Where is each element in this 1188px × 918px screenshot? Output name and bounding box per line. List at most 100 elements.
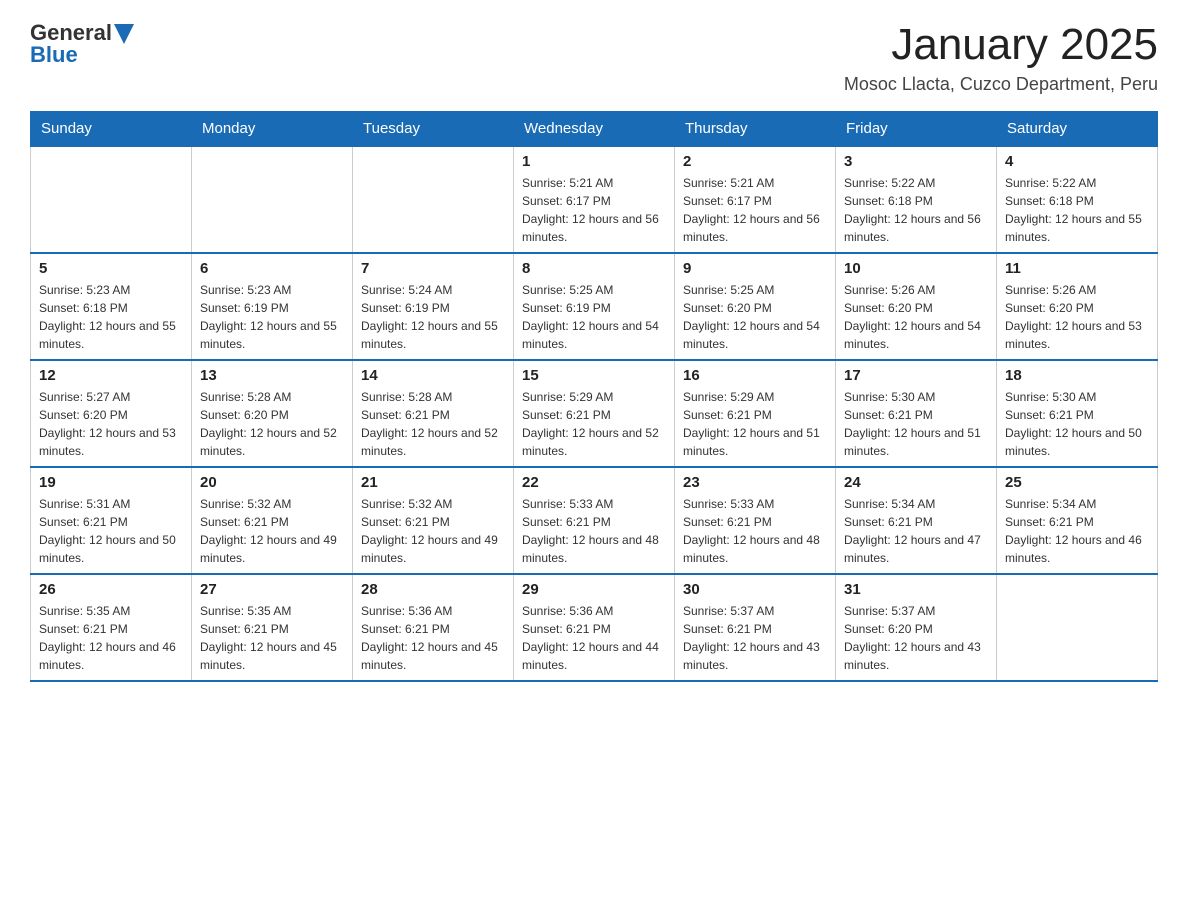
- day-number: 25: [1005, 474, 1149, 491]
- calendar-cell: [997, 574, 1158, 681]
- day-number: 8: [522, 260, 666, 277]
- day-info: Sunrise: 5:26 AMSunset: 6:20 PMDaylight:…: [1005, 281, 1149, 353]
- calendar-cell: 11Sunrise: 5:26 AMSunset: 6:20 PMDayligh…: [997, 253, 1158, 360]
- day-info: Sunrise: 5:28 AMSunset: 6:20 PMDaylight:…: [200, 388, 344, 460]
- calendar-cell: 23 Sunrise: 5:33 AMSunset: 6:21 PMDayligh…: [675, 467, 836, 574]
- column-header-wednesday: Wednesday: [514, 112, 675, 147]
- calendar-cell: 10Sunrise: 5:26 AMSunset: 6:20 PMDayligh…: [836, 253, 997, 360]
- calendar-cell: 18Sunrise: 5:30 AMSunset: 6:21 PMDayligh…: [997, 360, 1158, 467]
- calendar-cell: 7 Sunrise: 5:24 AMSunset: 6:19 PMDaylight…: [353, 253, 514, 360]
- calendar-cell: 13 Sunrise: 5:28 AMSunset: 6:20 PMDayligh…: [192, 360, 353, 467]
- main-title: January 2025: [844, 20, 1158, 70]
- day-info: Sunrise: 5:23 AMSunset: 6:18 PMDaylight:…: [39, 281, 183, 353]
- day-info: Sunrise: 5:37 AMSunset: 6:21 PMDaylight:…: [683, 602, 827, 674]
- day-number: 18: [1005, 367, 1149, 384]
- calendar-cell: 27 Sunrise: 5:35 AMSunset: 6:21 PMDayligh…: [192, 574, 353, 681]
- calendar-cell: 15 Sunrise: 5:29 AMSunset: 6:21 PMDayligh…: [514, 360, 675, 467]
- day-info: Sunrise: 5:35 AMSunset: 6:21 PMDaylight:…: [200, 602, 344, 674]
- calendar-header-row: SundayMondayTuesdayWednesdayThursdayFrid…: [31, 112, 1158, 147]
- logo: General Blue: [30, 20, 134, 68]
- day-number: 5: [39, 260, 183, 277]
- day-info: Sunrise: 5:34 AMSunset: 6:21 PMDaylight:…: [844, 495, 988, 567]
- calendar-week-4: 19 Sunrise: 5:31 AMSunset: 6:21 PMDayligh…: [31, 467, 1158, 574]
- calendar-cell: 16Sunrise: 5:29 AMSunset: 6:21 PMDayligh…: [675, 360, 836, 467]
- day-info: Sunrise: 5:23 AMSunset: 6:19 PMDaylight:…: [200, 281, 344, 353]
- calendar-cell: 19 Sunrise: 5:31 AMSunset: 6:21 PMDayligh…: [31, 467, 192, 574]
- day-info: Sunrise: 5:22 AMSunset: 6:18 PMDaylight:…: [844, 174, 988, 246]
- calendar-cell: 20 Sunrise: 5:32 AMSunset: 6:21 PMDayligh…: [192, 467, 353, 574]
- calendar-week-5: 26 Sunrise: 5:35 AMSunset: 6:21 PMDayligh…: [31, 574, 1158, 681]
- day-number: 21: [361, 474, 505, 491]
- day-number: 26: [39, 581, 183, 598]
- day-info: Sunrise: 5:33 AMSunset: 6:21 PMDaylight:…: [683, 495, 827, 567]
- day-info: Sunrise: 5:31 AMSunset: 6:21 PMDaylight:…: [39, 495, 183, 567]
- day-info: Sunrise: 5:32 AMSunset: 6:21 PMDaylight:…: [200, 495, 344, 567]
- day-number: 20: [200, 474, 344, 491]
- calendar-cell: 8 Sunrise: 5:25 AMSunset: 6:19 PMDaylight…: [514, 253, 675, 360]
- logo-triangle-icon: [114, 24, 134, 44]
- calendar-cell: 17 Sunrise: 5:30 AMSunset: 6:21 PMDayligh…: [836, 360, 997, 467]
- day-info: Sunrise: 5:37 AMSunset: 6:20 PMDaylight:…: [844, 602, 988, 674]
- day-number: 15: [522, 367, 666, 384]
- day-info: Sunrise: 5:34 AMSunset: 6:21 PMDaylight:…: [1005, 495, 1149, 567]
- calendar-cell: 25 Sunrise: 5:34 AMSunset: 6:21 PMDayligh…: [997, 467, 1158, 574]
- day-number: 27: [200, 581, 344, 598]
- day-info: Sunrise: 5:32 AMSunset: 6:21 PMDaylight:…: [361, 495, 505, 567]
- column-header-tuesday: Tuesday: [353, 112, 514, 147]
- day-info: Sunrise: 5:36 AMSunset: 6:21 PMDaylight:…: [361, 602, 505, 674]
- column-header-friday: Friday: [836, 112, 997, 147]
- day-info: Sunrise: 5:35 AMSunset: 6:21 PMDaylight:…: [39, 602, 183, 674]
- day-number: 24: [844, 474, 988, 491]
- subtitle: Mosoc Llacta, Cuzco Department, Peru: [844, 74, 1158, 95]
- calendar-cell: 2Sunrise: 5:21 AMSunset: 6:17 PMDaylight…: [675, 146, 836, 253]
- day-number: 6: [200, 260, 344, 277]
- day-info: Sunrise: 5:29 AMSunset: 6:21 PMDaylight:…: [522, 388, 666, 460]
- day-number: 4: [1005, 153, 1149, 170]
- day-info: Sunrise: 5:24 AMSunset: 6:19 PMDaylight:…: [361, 281, 505, 353]
- day-number: 1: [522, 153, 666, 170]
- day-info: Sunrise: 5:29 AMSunset: 6:21 PMDaylight:…: [683, 388, 827, 460]
- day-number: 9: [683, 260, 827, 277]
- calendar-cell: [353, 146, 514, 253]
- calendar-cell: [192, 146, 353, 253]
- day-number: 19: [39, 474, 183, 491]
- logo-blue: Blue: [30, 42, 78, 68]
- day-number: 12: [39, 367, 183, 384]
- day-number: 30: [683, 581, 827, 598]
- day-number: 13: [200, 367, 344, 384]
- calendar-cell: 21 Sunrise: 5:32 AMSunset: 6:21 PMDayligh…: [353, 467, 514, 574]
- column-header-monday: Monday: [192, 112, 353, 147]
- day-info: Sunrise: 5:30 AMSunset: 6:21 PMDaylight:…: [844, 388, 988, 460]
- calendar-week-1: 1 Sunrise: 5:21 AMSunset: 6:17 PMDaylight…: [31, 146, 1158, 253]
- calendar-week-3: 12Sunrise: 5:27 AMSunset: 6:20 PMDayligh…: [31, 360, 1158, 467]
- day-info: Sunrise: 5:25 AMSunset: 6:20 PMDaylight:…: [683, 281, 827, 353]
- day-number: 28: [361, 581, 505, 598]
- calendar-cell: 29Sunrise: 5:36 AMSunset: 6:21 PMDayligh…: [514, 574, 675, 681]
- day-number: 17: [844, 367, 988, 384]
- day-info: Sunrise: 5:21 AMSunset: 6:17 PMDaylight:…: [522, 174, 666, 246]
- column-header-thursday: Thursday: [675, 112, 836, 147]
- calendar-cell: 3Sunrise: 5:22 AMSunset: 6:18 PMDaylight…: [836, 146, 997, 253]
- day-number: 22: [522, 474, 666, 491]
- day-number: 14: [361, 367, 505, 384]
- day-number: 7: [361, 260, 505, 277]
- column-header-saturday: Saturday: [997, 112, 1158, 147]
- calendar-cell: 6 Sunrise: 5:23 AMSunset: 6:19 PMDaylight…: [192, 253, 353, 360]
- title-section: January 2025 Mosoc Llacta, Cuzco Departm…: [844, 20, 1158, 95]
- day-info: Sunrise: 5:28 AMSunset: 6:21 PMDaylight:…: [361, 388, 505, 460]
- calendar-cell: 28 Sunrise: 5:36 AMSunset: 6:21 PMDayligh…: [353, 574, 514, 681]
- day-info: Sunrise: 5:25 AMSunset: 6:19 PMDaylight:…: [522, 281, 666, 353]
- column-header-sunday: Sunday: [31, 112, 192, 147]
- calendar-cell: 22 Sunrise: 5:33 AMSunset: 6:21 PMDayligh…: [514, 467, 675, 574]
- calendar-cell: 24 Sunrise: 5:34 AMSunset: 6:21 PMDayligh…: [836, 467, 997, 574]
- day-info: Sunrise: 5:22 AMSunset: 6:18 PMDaylight:…: [1005, 174, 1149, 246]
- day-info: Sunrise: 5:33 AMSunset: 6:21 PMDaylight:…: [522, 495, 666, 567]
- day-number: 29: [522, 581, 666, 598]
- calendar-cell: 14 Sunrise: 5:28 AMSunset: 6:21 PMDayligh…: [353, 360, 514, 467]
- calendar-cell: 30 Sunrise: 5:37 AMSunset: 6:21 PMDayligh…: [675, 574, 836, 681]
- calendar-cell: 5 Sunrise: 5:23 AMSunset: 6:18 PMDaylight…: [31, 253, 192, 360]
- day-number: 23: [683, 474, 827, 491]
- day-number: 2: [683, 153, 827, 170]
- calendar-cell: 4 Sunrise: 5:22 AMSunset: 6:18 PMDaylight…: [997, 146, 1158, 253]
- calendar-cell: 12Sunrise: 5:27 AMSunset: 6:20 PMDayligh…: [31, 360, 192, 467]
